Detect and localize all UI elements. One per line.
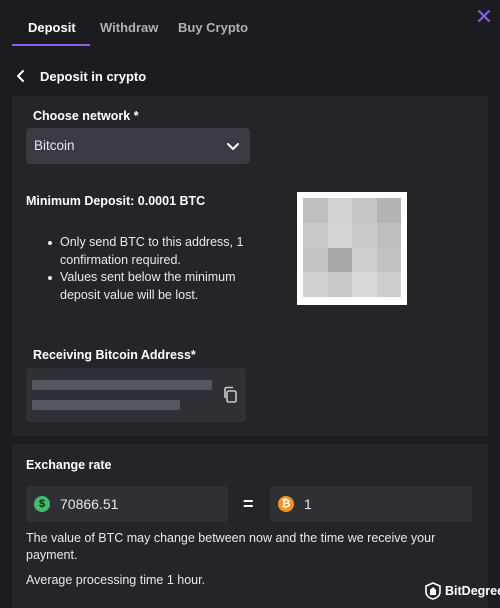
btc-amount-value: 1 [304,496,312,512]
chevron-down-icon [227,143,239,150]
bitdegree-logo-icon [425,582,441,600]
list-item: Only send BTC to this address, 1 confirm… [44,234,274,269]
close-button[interactable] [474,6,494,26]
bitdegree-watermark: BitDegree [425,582,500,600]
rate-change-note: The value of BTC may change between now … [26,531,436,562]
address-redacted [32,380,212,390]
watermark-text: BitDegree [445,584,500,598]
address-redacted [32,400,180,410]
back-chevron-icon [17,70,24,82]
copy-icon[interactable] [222,386,238,404]
active-tab-indicator [12,44,90,46]
network-label: Choose network * [33,109,139,123]
tab-bar: Deposit Withdraw Buy Crypto [0,0,500,48]
deposit-qr-code [297,192,407,305]
usd-amount-value: 70866.51 [60,496,119,512]
receiving-address-field[interactable] [26,368,246,422]
page-title: Deposit in crypto [40,68,147,84]
minimum-deposit: Minimum Deposit: 0.0001 BTC [26,194,206,208]
btc-amount-field[interactable]: ₿ 1 [270,486,472,522]
list-item: Values sent below the minimum deposit va… [44,269,274,304]
exchange-rate-label: Exchange rate [26,458,112,472]
tab-deposit[interactable]: Deposit [28,20,76,35]
network-select[interactable]: Bitcoin [26,128,250,164]
network-select-value: Bitcoin [34,138,75,153]
tab-withdraw[interactable]: Withdraw [100,20,158,35]
address-label: Receiving Bitcoin Address* [33,348,196,362]
usd-coin-icon: $ [34,496,50,512]
processing-time-note: Average processing time 1 hour. [26,573,206,587]
back-button[interactable]: Deposit in crypto [14,66,146,86]
deposit-instructions: Only send BTC to this address, 1 confirm… [44,234,274,304]
tab-buy-crypto[interactable]: Buy Crypto [178,20,248,35]
usd-amount-field[interactable]: $ 70866.51 [26,486,228,522]
btc-coin-icon: ₿ [278,496,294,512]
close-icon [478,10,490,22]
equals-sign: = [243,494,254,514]
